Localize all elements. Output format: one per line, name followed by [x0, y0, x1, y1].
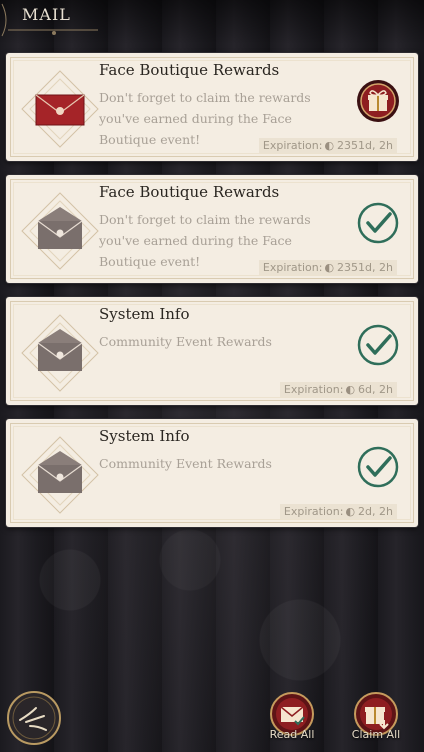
check-icon: [357, 446, 399, 488]
check-icon: [357, 202, 399, 244]
check-icon: [357, 324, 399, 366]
mail-item[interactable]: Face Boutique Rewards Don't forget to cl…: [6, 53, 418, 161]
claim-all-label: Claim All: [351, 728, 401, 741]
time-icon: ◐: [345, 505, 356, 518]
expiration-value: 2351d, 2h: [337, 139, 393, 152]
time-icon: ◐: [345, 383, 356, 396]
mail-body: Community Event Rewards: [99, 456, 272, 471]
envelope-icon: [21, 70, 99, 148]
mail-title: System Info: [99, 305, 190, 323]
claim-all-button[interactable]: Claim All: [350, 692, 402, 748]
mail-item[interactable]: System Info Community Event Rewards Expi…: [6, 297, 418, 405]
back-button[interactable]: [6, 690, 62, 746]
mail-title: Face Boutique Rewards: [99, 61, 280, 79]
gift-icon[interactable]: [356, 79, 400, 123]
expiration-badge: Expiration: ◐ 6d, 2h: [279, 382, 397, 397]
page-title: MAIL: [22, 5, 71, 24]
envelope-open-icon: [21, 314, 99, 392]
mail-title: Face Boutique Rewards: [99, 183, 280, 201]
mail-item[interactable]: Face Boutique Rewards Don't forget to cl…: [6, 175, 418, 283]
time-icon: ◐: [324, 261, 335, 274]
expiration-label: Expiration:: [283, 383, 344, 396]
expiration-label: Expiration:: [262, 139, 323, 152]
mail-body: Community Event Rewards: [99, 334, 272, 349]
mail-title: System Info: [99, 427, 190, 445]
expiration-label: Expiration:: [262, 261, 323, 274]
mail-body: Don't forget to claim the rewards you've…: [99, 90, 311, 147]
expiration-value: 2351d, 2h: [337, 261, 393, 274]
expiration-badge: Expiration: ◐ 2351d, 2h: [258, 138, 397, 153]
time-icon: ◐: [324, 139, 335, 152]
expiration-label: Expiration:: [283, 505, 344, 518]
expiration-badge: Expiration: ◐ 2351d, 2h: [258, 260, 397, 275]
expiration-badge: Expiration: ◐ 2d, 2h: [279, 504, 397, 519]
mail-item[interactable]: System Info Community Event Rewards Expi…: [6, 419, 418, 527]
envelope-open-icon: [21, 436, 99, 514]
expiration-value: 6d, 2h: [358, 383, 393, 396]
mail-body: Don't forget to claim the rewards you've…: [99, 212, 311, 269]
read-all-button[interactable]: Read All: [266, 692, 318, 748]
read-all-label: Read All: [269, 728, 315, 741]
expiration-value: 2d, 2h: [358, 505, 393, 518]
envelope-open-icon: [21, 192, 99, 270]
header-bar: MAIL: [0, 0, 424, 44]
